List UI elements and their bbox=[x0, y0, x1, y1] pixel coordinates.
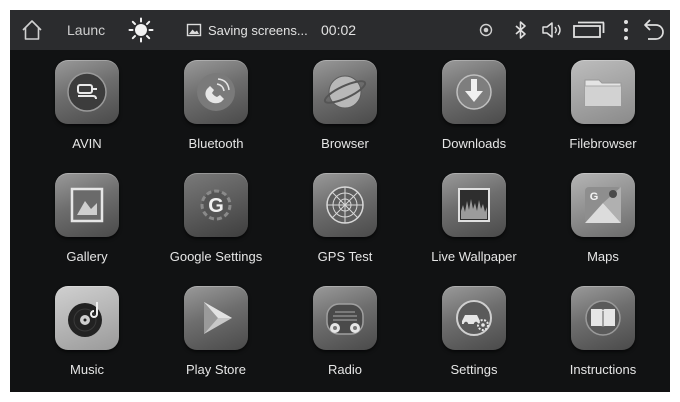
bluetooth-indicator bbox=[514, 10, 528, 50]
app-label: Instructions bbox=[569, 362, 637, 377]
app-play-store[interactable]: Play Store bbox=[151, 276, 281, 386]
bluetooth-phone-icon bbox=[197, 73, 235, 111]
app-title: Launc bbox=[67, 10, 105, 50]
app-tile: G bbox=[571, 173, 635, 237]
app-tile bbox=[313, 286, 377, 350]
gps-radar-icon bbox=[326, 186, 364, 224]
app-label: GPS Test bbox=[317, 249, 373, 264]
app-browser[interactable]: Browser bbox=[280, 50, 410, 160]
live-wallpaper-icon bbox=[458, 188, 490, 222]
app-tile bbox=[313, 173, 377, 237]
app-label: AVIN bbox=[72, 136, 102, 151]
brightness-button[interactable] bbox=[128, 10, 154, 50]
clock-time: 00:02 bbox=[321, 22, 357, 38]
app-label: Bluetooth bbox=[188, 136, 244, 151]
app-label: Live Wallpaper bbox=[431, 249, 517, 264]
app-label: Music bbox=[70, 362, 104, 377]
app-tile bbox=[571, 286, 635, 350]
gallery-picture-icon bbox=[70, 187, 104, 223]
app-downloads[interactable]: Downloads bbox=[409, 50, 539, 160]
app-music[interactable]: Music bbox=[22, 276, 152, 386]
app-tile bbox=[313, 60, 377, 124]
home-button[interactable] bbox=[20, 10, 44, 50]
svg-text:G: G bbox=[208, 195, 224, 217]
app-instructions[interactable]: Instructions bbox=[538, 276, 668, 386]
maps-icon: G bbox=[585, 187, 621, 223]
app-label: Settings bbox=[450, 362, 498, 377]
notification[interactable]: Saving screens... bbox=[208, 10, 308, 50]
app-label: Downloads bbox=[441, 136, 507, 151]
sun-icon bbox=[128, 17, 154, 43]
app-google-settings[interactable]: G Google Settings bbox=[151, 163, 281, 273]
bluetooth-icon bbox=[515, 21, 526, 39]
app-tile bbox=[442, 286, 506, 350]
google-settings-icon: G bbox=[200, 189, 232, 221]
app-title-text: Launc bbox=[67, 22, 106, 38]
app-gps-test[interactable]: GPS Test bbox=[280, 163, 410, 273]
app-radio[interactable]: Radio bbox=[280, 276, 410, 386]
more-vert-icon bbox=[624, 20, 628, 40]
image-icon bbox=[186, 23, 202, 37]
play-store-icon bbox=[204, 302, 232, 334]
browser-planet-icon bbox=[323, 75, 367, 109]
app-tile bbox=[55, 173, 119, 237]
svg-text:G: G bbox=[590, 191, 599, 203]
app-settings[interactable]: Settings bbox=[409, 276, 539, 386]
downloads-arrow-icon bbox=[456, 74, 492, 110]
music-disc-icon bbox=[68, 302, 102, 337]
app-tile bbox=[184, 286, 248, 350]
back-button[interactable] bbox=[642, 10, 666, 50]
volume-icon bbox=[542, 22, 561, 38]
app-tile bbox=[571, 60, 635, 124]
app-tile bbox=[55, 60, 119, 124]
app-label: Gallery bbox=[66, 249, 108, 264]
location-icon bbox=[479, 23, 493, 37]
app-tile bbox=[184, 60, 248, 124]
app-tile bbox=[442, 60, 506, 124]
settings-car-gear-icon bbox=[456, 300, 492, 336]
filebrowser-folder-icon bbox=[584, 79, 622, 107]
screenshot-notification-icon-wrap bbox=[186, 10, 202, 50]
volume-button[interactable] bbox=[540, 10, 564, 50]
avin-cable-icon bbox=[67, 72, 107, 112]
app-tile: G bbox=[184, 173, 248, 237]
app-filebrowser[interactable]: Filebrowser bbox=[538, 50, 668, 160]
instructions-book-icon bbox=[585, 300, 621, 336]
app-label: Radio bbox=[328, 362, 362, 377]
app-maps[interactable]: G Maps bbox=[538, 163, 668, 273]
app-tile bbox=[442, 173, 506, 237]
app-label: Filebrowser bbox=[569, 136, 637, 151]
app-bluetooth[interactable]: Bluetooth bbox=[151, 50, 281, 160]
recent-apps-button[interactable] bbox=[572, 10, 606, 50]
app-live-wallpaper[interactable]: Live Wallpaper bbox=[409, 163, 539, 273]
back-icon bbox=[644, 19, 664, 40]
app-gallery[interactable]: Gallery bbox=[22, 163, 152, 273]
clock: 00:02 bbox=[321, 10, 356, 50]
app-grid: AVIN Bluetooth Browser Downloads Filebro… bbox=[10, 50, 670, 392]
app-label: Browser bbox=[321, 136, 369, 151]
app-label: Maps bbox=[587, 249, 619, 264]
location-indicator bbox=[478, 10, 494, 50]
menu-button[interactable] bbox=[623, 10, 629, 50]
status-bar: Launc Saving screens... 00:02 bbox=[10, 10, 670, 50]
app-label: Play Store bbox=[186, 362, 246, 377]
screen: Launc Saving screens... 00:02 AVIN Bluet… bbox=[10, 10, 670, 392]
recent-apps-icon bbox=[573, 21, 605, 38]
home-icon bbox=[22, 20, 42, 40]
app-label: Google Settings bbox=[169, 249, 263, 264]
app-tile bbox=[55, 286, 119, 350]
radio-icon bbox=[326, 303, 364, 335]
app-avin[interactable]: AVIN bbox=[22, 50, 152, 160]
notification-text: Saving screens... bbox=[208, 22, 308, 38]
